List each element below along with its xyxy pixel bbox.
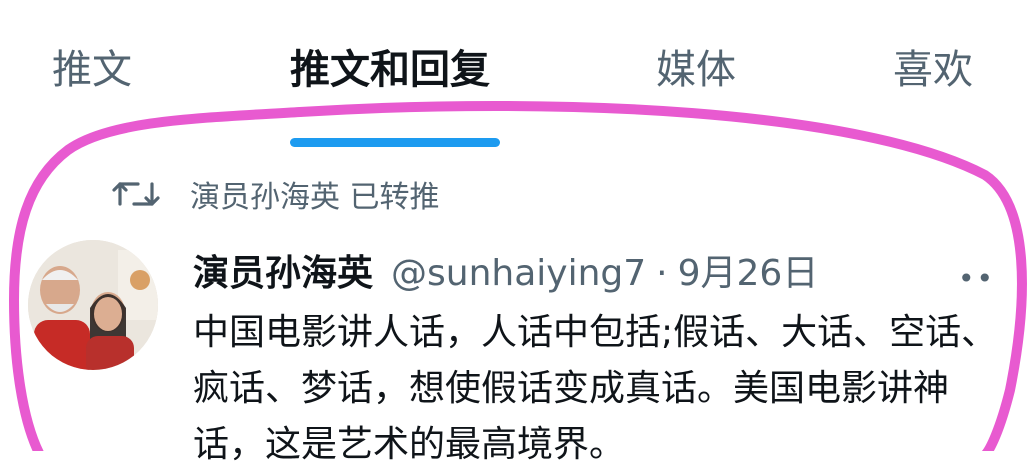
more-icon[interactable]: •• (958, 262, 995, 295)
profile-tabs: 推文 推文和回复 媒体 喜欢 (0, 40, 1034, 110)
tab-tweets-and-replies[interactable]: 推文和回复 (290, 40, 490, 100)
tweet-text: 中国电影讲人话，人话中包括;假话、大话、空话、疯话、梦话，想使假话变成真话。美国… (193, 312, 998, 465)
retweet-context: 演员孙海英 已转推 (112, 170, 440, 218)
separator-dot: · (656, 253, 668, 294)
avatar[interactable] (28, 240, 158, 370)
active-tab-indicator (290, 138, 500, 147)
retweet-icon (112, 174, 160, 214)
author-name[interactable]: 演员孙海英 (193, 244, 373, 296)
tweet-header: 演员孙海英 @sunhaiying7 · 9月26日 (193, 244, 818, 298)
tab-media[interactable]: 媒体 (656, 40, 736, 100)
tweet-date[interactable]: 9月26日 (678, 244, 819, 296)
tab-tweets[interactable]: 推文 (52, 40, 132, 100)
tab-likes[interactable]: 喜欢 (893, 40, 973, 100)
author-handle[interactable]: @sunhaiying7 (391, 253, 646, 294)
retweet-label[interactable]: 演员孙海英 已转推 (190, 172, 440, 216)
